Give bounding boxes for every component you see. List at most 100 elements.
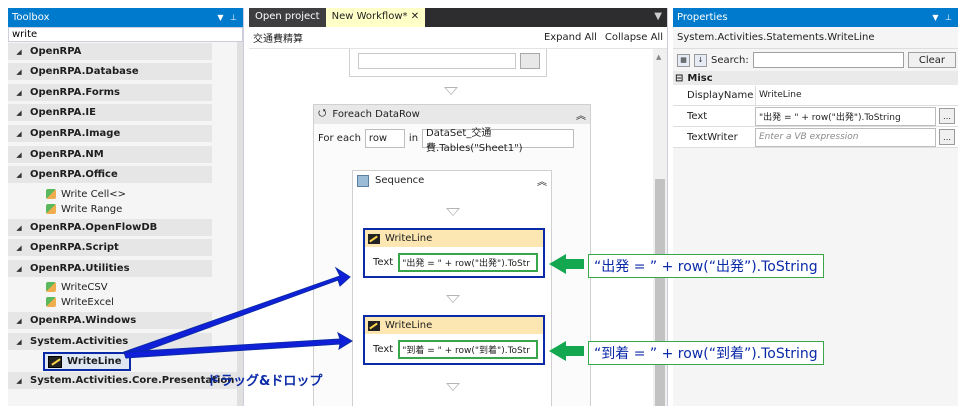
writeline-text-input[interactable]: "到着 = " + row("到着").ToStr xyxy=(398,340,539,359)
displayname-value[interactable]: WriteLine xyxy=(755,85,958,105)
writeline-activity-2[interactable]: WriteLine Text "到着 = " + row("到着").ToStr xyxy=(363,315,545,365)
foreach-config-row: For each row in DataSet_交通費.Tables("Shee… xyxy=(314,124,590,154)
collapse-triangle-icon[interactable]: ◢ xyxy=(8,68,30,76)
collapse-triangle-icon[interactable]: ◢ xyxy=(8,109,30,117)
category-openrpa-openflowdb[interactable]: ◢ OpenRPA.OpenFlowDB xyxy=(8,219,212,236)
ellipsis-button[interactable] xyxy=(520,53,540,69)
foreach-icon: ⭯ xyxy=(318,108,327,119)
collapse-all-button[interactable]: Collapse All xyxy=(605,32,663,43)
foreach-var-input[interactable]: row xyxy=(364,129,405,148)
collapse-triangle-icon[interactable]: ◢ xyxy=(8,338,30,346)
scroll-up-icon[interactable]: ▲ xyxy=(656,53,661,61)
foreach-title: Foreach DataRow xyxy=(332,109,420,120)
sequence-icon xyxy=(357,174,369,187)
text-label: Text xyxy=(373,344,394,355)
writeline-icon xyxy=(368,320,380,331)
sequence-title: Sequence xyxy=(375,175,425,186)
property-row-textwriter: TextWriter Enter a VB expression … xyxy=(673,127,958,148)
toolbox-item-write-cell[interactable]: Write Cell<> xyxy=(46,187,126,201)
category-system-activities-core-presentation[interactable]: ◢ System.Activities.Core.Presentation xyxy=(8,372,238,389)
toolbox-item-writeexcel[interactable]: WriteExcel xyxy=(46,295,114,309)
breadcrumb[interactable]: 交通費精算 xyxy=(253,30,303,45)
category-openrpa-ie[interactable]: ◢ OpenRPA.IE xyxy=(8,104,212,121)
collapse-chevron-icon[interactable]: ︽ xyxy=(576,107,586,122)
dropdown-pin-icon[interactable]: ▼ ⊥ xyxy=(932,13,954,22)
for-each-label: For each xyxy=(318,133,361,144)
writeline-icon xyxy=(48,355,62,368)
collapse-triangle-icon[interactable]: ◢ xyxy=(8,224,30,232)
sort-alpha-icon[interactable]: ↓ xyxy=(694,53,707,67)
callout-departure-expression: “出発 = ” + row(“出発”).ToString xyxy=(588,254,824,278)
writeline-icon xyxy=(368,233,380,244)
drop-target-icon[interactable] xyxy=(446,208,460,216)
sequence-activity[interactable]: Sequence ︽ WriteLine Text "出発 = " + row("… xyxy=(352,170,552,406)
drop-target-icon[interactable] xyxy=(444,87,458,95)
ellipsis-button[interactable]: … xyxy=(939,129,955,145)
drag-drop-label: ドラッグ&ドロップ xyxy=(207,374,323,389)
previous-activity-stub xyxy=(349,49,547,77)
callout-arrival-expression: “到着 = ” + row(“到着”).ToString xyxy=(588,341,824,365)
collapse-triangle-icon[interactable]: ◢ xyxy=(8,151,30,159)
category-openrpa-database[interactable]: ◢ OpenRPA.Database xyxy=(8,63,212,80)
toolbox-item-writecsv[interactable]: WriteCSV xyxy=(46,280,108,294)
category-openrpa-nm[interactable]: ◢ OpenRPA.NM xyxy=(8,146,212,163)
category-openrpa-script[interactable]: ◢ OpenRPA.Script xyxy=(8,239,212,256)
foreach-datarow-activity[interactable]: ⭯ Foreach DataRow ︽ For each row in Data… xyxy=(313,104,591,406)
collapse-chevron-icon[interactable]: ︽ xyxy=(537,173,547,188)
activity-icon xyxy=(46,204,56,214)
property-type-name: System.Activities.Statements.WriteLine xyxy=(673,27,958,49)
expand-all-button[interactable]: Expand All xyxy=(544,32,597,43)
collapse-box-icon[interactable]: ⊟ xyxy=(675,73,683,84)
collapse-triangle-icon[interactable]: ◢ xyxy=(8,48,30,56)
category-openrpa-utilities[interactable]: ◢ OpenRPA.Utilities xyxy=(8,260,212,277)
category-openrpa-office[interactable]: ◢ OpenRPA.Office xyxy=(8,166,212,183)
collapse-triangle-icon[interactable]: ◢ xyxy=(8,265,30,273)
text-label: Text xyxy=(373,257,394,268)
category-openrpa-image[interactable]: ◢ OpenRPA.Image xyxy=(8,125,212,142)
writeline-activity-1[interactable]: WriteLine Text "出発 = " + row("出発").ToStr xyxy=(363,228,545,278)
foreach-header: ⭯ Foreach DataRow ︽ xyxy=(314,105,590,124)
category-openrpa-windows[interactable]: ◢ OpenRPA.Windows xyxy=(8,312,212,329)
tab-new-workflow[interactable]: New Workflow* ✕ xyxy=(325,8,426,27)
toolbox-scrollbar[interactable] xyxy=(237,42,243,406)
tab-dropdown-icon[interactable]: ▼ xyxy=(649,8,667,27)
property-search-input[interactable] xyxy=(752,52,904,68)
textwriter-input[interactable]: Enter a VB expression xyxy=(755,127,936,147)
toolbox-item-write-range[interactable]: Write Range xyxy=(46,202,122,216)
collapse-triangle-icon[interactable]: ◢ xyxy=(8,377,30,385)
scroll-thumb[interactable] xyxy=(655,179,665,406)
category-openrpa[interactable]: ◢ OpenRPA xyxy=(8,43,212,60)
drop-target-icon[interactable] xyxy=(446,295,460,303)
category-openrpa-forms[interactable]: ◢ OpenRPA.Forms xyxy=(8,84,212,101)
in-label: in xyxy=(408,133,419,144)
toolbox-titlebar: Toolbox ▼ ⊥ xyxy=(8,8,243,27)
writeline-header: WriteLine xyxy=(365,317,543,334)
search-label: Search: xyxy=(711,54,749,66)
toolbox-search-input[interactable] xyxy=(8,27,243,42)
breadcrumb-bar: 交通費精算 Expand All Collapse All xyxy=(249,27,667,49)
activity-icon xyxy=(46,297,56,307)
collapse-triangle-icon[interactable]: ◢ xyxy=(8,171,30,179)
writeline-text-input[interactable]: "出発 = " + row("出発").ToStr xyxy=(398,253,539,272)
collapse-triangle-icon[interactable]: ◢ xyxy=(8,89,30,97)
collapse-triangle-icon[interactable]: ◢ xyxy=(8,317,30,325)
writeline-header: WriteLine xyxy=(365,230,543,247)
toolbox-panel: Toolbox ▼ ⊥ ◢OpenRPA ◢OpenRPA.Database ◢… xyxy=(8,8,244,406)
toolbox-list: ◢ OpenRPA ◢ OpenRPA.Database ◢ OpenRPA.Form… xyxy=(8,42,243,406)
property-search-bar: ▦ ↓ Search: Clear xyxy=(673,49,958,71)
document-tabs: Open project New Workflow* ✕ ▼ xyxy=(249,8,667,27)
categorized-icon[interactable]: ▦ xyxy=(677,53,690,67)
category-system-activities[interactable]: ◢ System.Activities xyxy=(8,333,212,350)
drop-target-icon[interactable] xyxy=(446,383,460,391)
text-value-input[interactable]: "出発 = " + row("出発").ToString xyxy=(755,106,936,126)
collapse-triangle-icon[interactable]: ◢ xyxy=(8,244,30,252)
misc-section[interactable]: ⊟ Misc xyxy=(673,71,958,85)
clear-button[interactable]: Clear xyxy=(907,52,956,68)
toolbox-item-writeline[interactable]: WriteLine xyxy=(43,352,131,371)
tab-open-project[interactable]: Open project xyxy=(249,8,326,27)
foreach-source-input[interactable]: DataSet_交通費.Tables("Sheet1") xyxy=(422,128,575,154)
collapse-triangle-icon[interactable]: ◢ xyxy=(8,130,30,138)
close-icon[interactable]: ✕ xyxy=(411,11,419,22)
ellipsis-button[interactable]: … xyxy=(939,108,955,124)
dropdown-pin-icon[interactable]: ▼ ⊥ xyxy=(217,13,239,22)
